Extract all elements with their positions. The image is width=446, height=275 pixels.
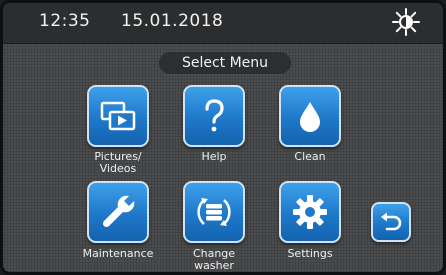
help-button[interactable] [183,85,245,147]
clock-date: 15.01.2018 [121,11,224,31]
gear-icon [293,195,327,229]
menu-title: Select Menu [159,52,291,74]
pictures-videos-label: Pictures/ Videos [94,150,142,175]
maintenance-button[interactable] [87,181,149,243]
sun-icon[interactable] [391,7,421,37]
back-arrow-icon [381,212,402,231]
pictures-videos-button[interactable] [87,85,149,147]
help-label: Help [201,150,227,163]
clean-label: Clean [294,150,326,163]
wrench-icon [102,195,135,228]
back-button[interactable] [371,202,411,242]
device-screen: 12:35 15.01.2018 Select Menu Pictures/ V… [0,0,446,275]
change-washer-button[interactable] [183,181,245,243]
help-icon [205,99,224,132]
maintenance-label: Maintenance [82,247,154,260]
clock-time: 12:35 [39,11,91,31]
status-bar: 12:35 15.01.2018 [3,3,443,44]
water-drop-icon [300,102,320,132]
settings-label: Settings [287,247,333,260]
pictures-videos-icon [100,101,136,131]
clean-button[interactable] [279,85,341,147]
change-washer-icon [197,198,231,226]
change-washer-label: Change washer [192,247,236,272]
settings-button[interactable] [279,181,341,243]
